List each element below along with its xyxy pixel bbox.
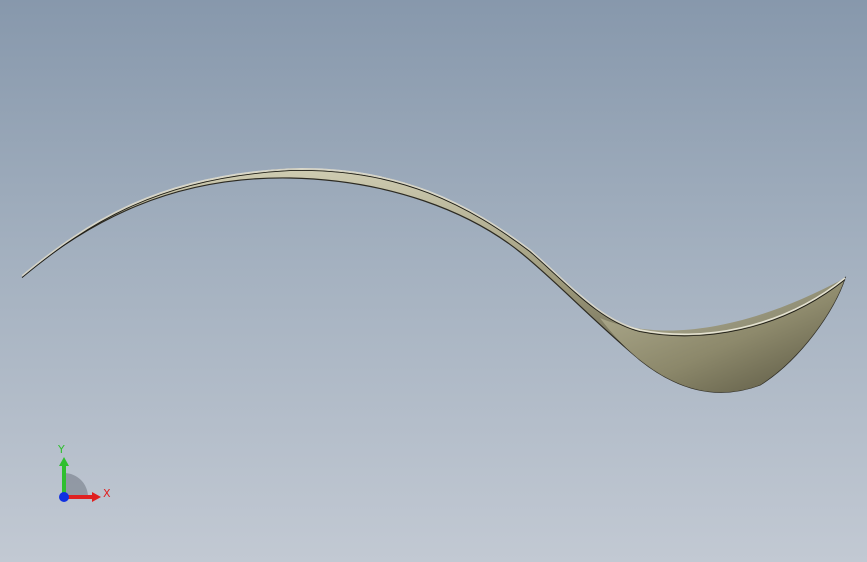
y-axis-label: Y (58, 443, 65, 456)
blade-top-edge (21, 168, 846, 336)
coordinate-triad: Y X (48, 440, 118, 510)
blade-top-outline (21, 170, 846, 337)
x-axis-arrow (92, 492, 101, 502)
x-axis-label: X (103, 487, 111, 500)
blade-bowl-shade (600, 278, 845, 393)
3d-viewport[interactable]: Y X (0, 0, 867, 562)
y-axis-arrow (59, 457, 69, 466)
z-axis-dot (59, 492, 69, 502)
triad-plane-shade (64, 473, 88, 497)
curved-blade-model[interactable] (0, 0, 867, 562)
